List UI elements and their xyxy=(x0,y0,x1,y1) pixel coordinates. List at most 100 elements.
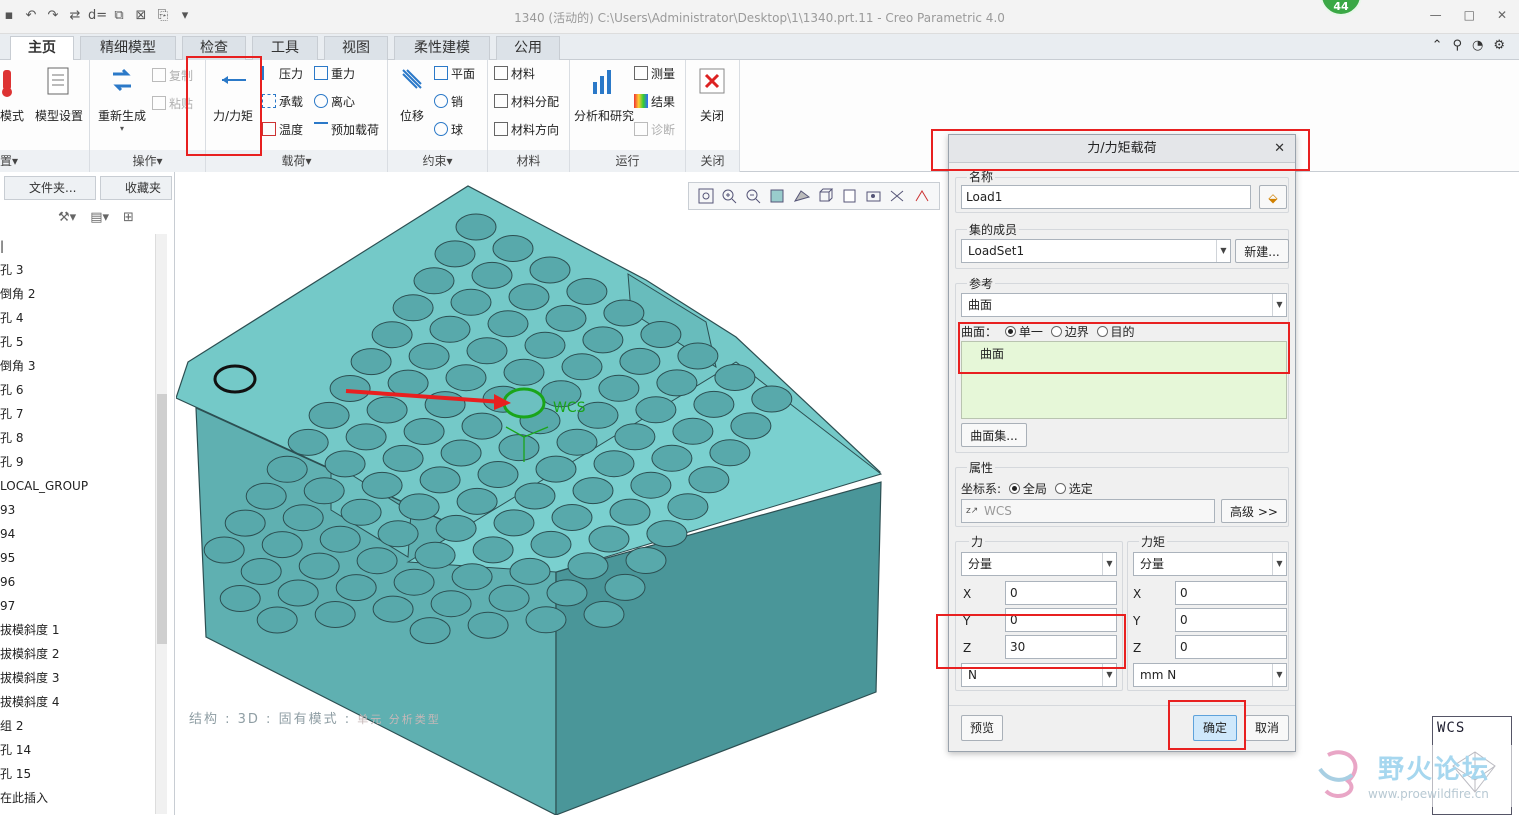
preview-button[interactable]: 预览 xyxy=(961,715,1003,741)
tree-item[interactable]: 倒角 2 xyxy=(0,282,155,306)
tree-item[interactable]: 93 xyxy=(0,498,155,522)
model-hole xyxy=(488,584,530,612)
graphics-window[interactable]: WCS 结构 : 3D : 固有模式 : 单元 分析类型 xyxy=(176,172,1519,815)
plane-icon xyxy=(434,66,448,80)
gravity-button[interactable]: 重力 xyxy=(314,64,355,84)
minimize-icon[interactable]: — xyxy=(1430,8,1442,22)
model-setup-button[interactable]: 模型设置 xyxy=(32,66,86,124)
material-button[interactable]: 材料 xyxy=(494,64,535,84)
tree-item[interactable]: 拔模斜度 1 xyxy=(0,618,155,642)
surface-sets-button[interactable]: 曲面集... xyxy=(961,423,1027,447)
moment-unit-select[interactable]: mm N ▼ xyxy=(1133,663,1287,687)
model-hole xyxy=(493,509,535,537)
load-set-select[interactable]: LoadSet1 ▼ xyxy=(961,239,1231,263)
group-footer-run: 运行 xyxy=(570,150,685,172)
tree-item[interactable]: 孔 3 xyxy=(0,258,155,282)
tree-item[interactable]: 孔 5 xyxy=(0,330,155,354)
csys-icon: z↗ xyxy=(966,506,979,516)
chevron-down-icon: ▼ xyxy=(1216,240,1230,262)
tree-item[interactable]: 96 xyxy=(0,570,155,594)
material-assignment-button[interactable]: 材料分配 xyxy=(494,92,559,112)
plane-button[interactable]: 平面 xyxy=(434,64,475,84)
model-hole xyxy=(282,504,324,532)
chevron-down-icon: ▼ xyxy=(1102,553,1116,575)
model-hole xyxy=(477,461,519,488)
close-icon[interactable]: ✕ xyxy=(1497,8,1507,22)
moment-y-input[interactable] xyxy=(1175,608,1287,632)
regenerate-button[interactable]: 重新生成 ▾ xyxy=(94,66,150,133)
results-button[interactable]: 结果 xyxy=(634,92,675,112)
tab-refine-model[interactable]: 精细模型 xyxy=(80,36,176,60)
help-icon[interactable]: ◔ xyxy=(1472,38,1483,53)
search-icon[interactable]: ⚲ xyxy=(1452,38,1462,53)
moment-type-select[interactable]: 分量 ▼ xyxy=(1133,552,1287,576)
tree-scrollbar[interactable] xyxy=(155,234,167,814)
tab-view[interactable]: 视图 xyxy=(324,36,388,60)
mode-button[interactable]: 模式 xyxy=(0,66,28,124)
temperature-button[interactable]: 温度 xyxy=(262,120,303,140)
tab-favorites[interactable]: 收藏夹 xyxy=(100,176,172,200)
reference-type-select[interactable]: 曲面 ▼ xyxy=(961,293,1287,317)
diagnose-button[interactable]: 诊断 xyxy=(634,120,675,140)
collapse-ribbon-icon[interactable]: ⌃ xyxy=(1432,38,1443,53)
tab-folder-browser[interactable]: 文件夹... xyxy=(4,176,96,200)
tree-item[interactable]: 组 2 xyxy=(0,714,155,738)
tab-utilities[interactable]: 公用 xyxy=(496,36,560,60)
csys-field[interactable]: z↗ WCS xyxy=(961,499,1215,523)
tree-item[interactable]: 拔模斜度 2 xyxy=(0,642,155,666)
new-set-button[interactable]: 新建... xyxy=(1235,239,1289,263)
model-hole xyxy=(409,617,451,645)
moment-x-input[interactable] xyxy=(1175,581,1287,605)
pin-button[interactable]: 销 xyxy=(434,92,463,112)
model-hole xyxy=(651,444,693,472)
model-hole xyxy=(514,482,556,510)
pressure-button[interactable]: 压力 xyxy=(262,64,303,84)
tree-item[interactable]: 孔 7 xyxy=(0,402,155,426)
displacement-button[interactable]: 位移 xyxy=(390,66,434,124)
model-hole xyxy=(751,385,793,413)
group-footer-setup[interactable]: 置▾ xyxy=(0,150,89,172)
model-hole xyxy=(714,364,756,391)
centrifugal-button[interactable]: 离心 xyxy=(314,92,355,112)
name-color-button[interactable]: ⬙ xyxy=(1259,185,1287,209)
tree-item[interactable]: 孔 9 xyxy=(0,450,155,474)
tree-item[interactable]: 孔 8 xyxy=(0,426,155,450)
material-orientation-button[interactable]: 材料方向 xyxy=(494,120,559,140)
tree-item[interactable]: 孔 6 xyxy=(0,378,155,402)
tree-item[interactable]: 94 xyxy=(0,522,155,546)
moment-z-input[interactable] xyxy=(1175,635,1287,659)
force-x-input[interactable] xyxy=(1005,581,1117,605)
radio-selected[interactable] xyxy=(1054,483,1066,494)
close-button[interactable]: 关闭 xyxy=(692,66,732,124)
tree-filter-icon[interactable]: ⊞ xyxy=(123,210,134,225)
tree-item[interactable]: LOCAL_GROUP xyxy=(0,474,155,498)
tree-item[interactable]: | xyxy=(0,234,155,258)
tree-item[interactable]: 孔 4 xyxy=(0,306,155,330)
measure-button[interactable]: 测量 xyxy=(634,64,675,84)
radio-global[interactable] xyxy=(1008,483,1020,494)
tree-settings-icon[interactable]: ⚒▾ xyxy=(58,210,76,225)
tree-item[interactable]: 97 xyxy=(0,594,155,618)
tab-home[interactable]: 主页 xyxy=(10,36,74,60)
analysis-studies-button[interactable]: 分析和研究 xyxy=(574,66,634,124)
group-footer-constraints[interactable]: 约束▾ xyxy=(388,150,487,172)
tree-item[interactable]: 95 xyxy=(0,546,155,570)
advanced-button[interactable]: 高级 >> xyxy=(1221,499,1287,523)
tree-columns-icon[interactable]: ▤▾ xyxy=(90,210,109,225)
tree-item[interactable]: 拔模斜度 4 xyxy=(0,690,155,714)
tab-flexible-modeling[interactable]: 柔性建模 xyxy=(394,36,490,60)
preload-button[interactable]: 预加载荷 xyxy=(314,120,379,140)
name-input[interactable] xyxy=(961,185,1251,209)
tree-item[interactable]: 在此插入 xyxy=(0,786,155,810)
maximize-icon[interactable]: □ xyxy=(1464,8,1475,22)
settings-icon[interactable]: ⚙ xyxy=(1493,38,1505,53)
bearing-button[interactable]: 承载 xyxy=(262,92,303,112)
cancel-button[interactable]: 取消 xyxy=(1245,715,1289,741)
tree-item[interactable]: 倒角 3 xyxy=(0,354,155,378)
ball-button[interactable]: 球 xyxy=(434,120,463,140)
tree-item[interactable]: 孔 14 xyxy=(0,738,155,762)
tree-item[interactable]: 孔 15 xyxy=(0,762,155,786)
force-type-select[interactable]: 分量 ▼ xyxy=(961,552,1117,576)
tree-item[interactable]: 拔模斜度 3 xyxy=(0,666,155,690)
model-hole xyxy=(445,364,487,392)
